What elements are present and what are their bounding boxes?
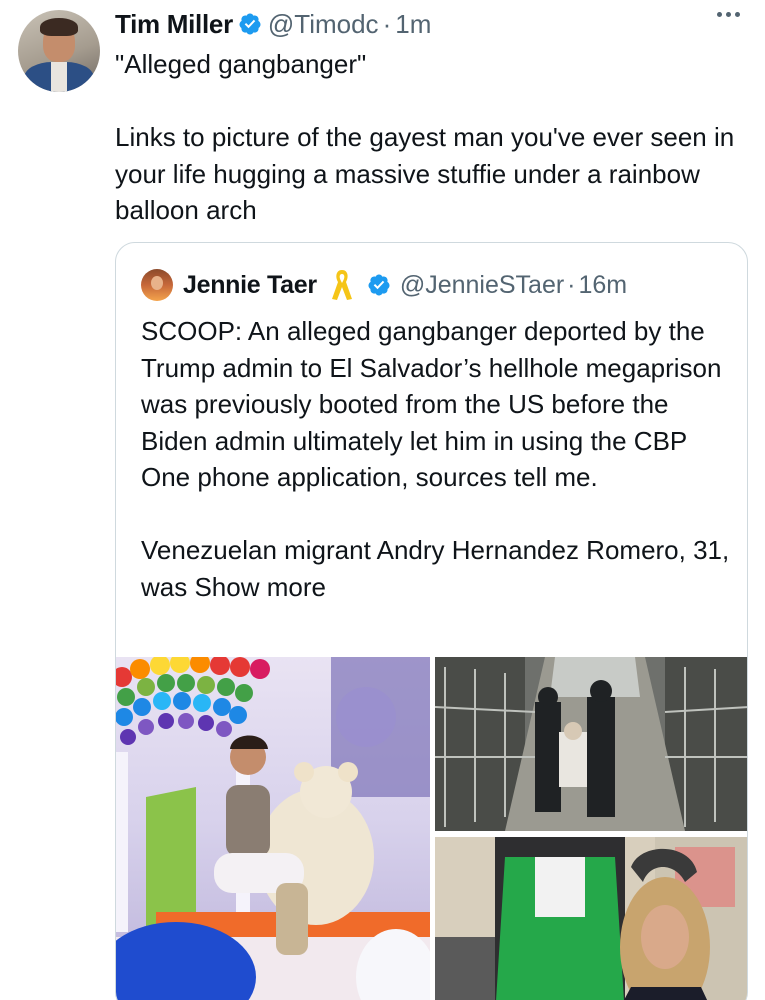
media-grid: [116, 657, 747, 1000]
show-more-link[interactable]: Show more: [194, 572, 326, 602]
quoted-tweet-body: SCOOP: An alleged gangbanger deported by…: [141, 316, 730, 602]
separator-dot: ·: [382, 8, 392, 39]
verified-badge-icon: [368, 274, 390, 296]
quoted-author-avatar[interactable]: [141, 269, 173, 301]
verified-badge-icon: [239, 13, 261, 35]
author-name[interactable]: Tim Miller: [115, 9, 233, 40]
tweet[interactable]: Tim Miller @Timodc · 1m "Alleged gangban…: [0, 0, 765, 1000]
quoted-tweet-text: SCOOP: An alleged gangbanger deported by…: [141, 313, 741, 605]
quoted-author-name[interactable]: Jennie Taer: [183, 271, 317, 300]
media-image-rainbow-balloon-arch[interactable]: [116, 657, 430, 1000]
separator-dot: ·: [567, 270, 576, 299]
more-options-icon[interactable]: [717, 12, 740, 17]
tweet-header: Tim Miller @Timodc · 1m: [115, 6, 431, 42]
quoted-tweet-timestamp[interactable]: 16m: [579, 271, 628, 300]
author-avatar[interactable]: [18, 10, 100, 92]
media-image-prison-corridor[interactable]: [435, 657, 747, 831]
tweet-text: "Alleged gangbanger" Links to picture of…: [115, 49, 735, 225]
tweet-timestamp[interactable]: 1m: [395, 9, 431, 40]
quoted-author-handle[interactable]: @JennieSTaer: [400, 271, 564, 300]
yellow-ribbon-icon: [331, 270, 352, 300]
media-image-salon-haircut[interactable]: [435, 837, 747, 1000]
author-handle[interactable]: @Timodc: [268, 9, 379, 40]
quoted-tweet[interactable]: Jennie Taer @JennieSTaer · 16m SCOOP: An…: [115, 242, 748, 1000]
quoted-tweet-header: Jennie Taer @JennieSTaer · 16m: [141, 267, 627, 303]
